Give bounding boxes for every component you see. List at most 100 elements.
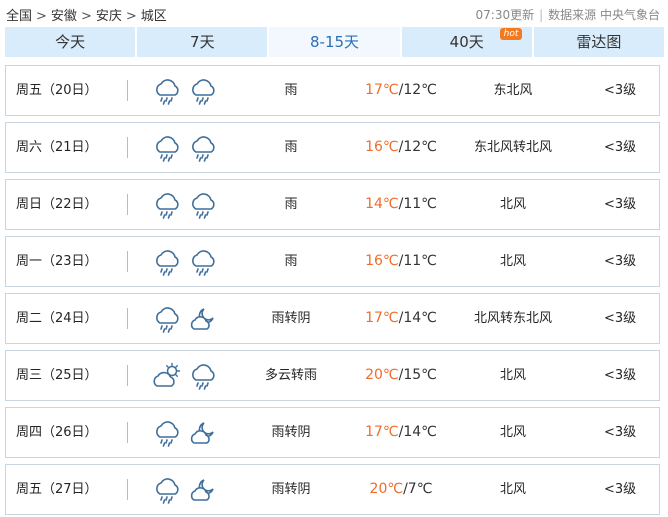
weather-icons bbox=[152, 180, 218, 229]
weather-icons bbox=[152, 351, 218, 400]
condition-text: 雨转阴 bbox=[271, 425, 311, 440]
forecast-list: 周五（20日） 雨 17℃/12℃ 东北风 <3级 周六（21日） 雨 16℃/… bbox=[5, 65, 660, 517]
tab-today[interactable]: 今天 bbox=[5, 27, 138, 57]
cloudy-night-icon bbox=[188, 419, 218, 447]
rain-icon bbox=[188, 134, 218, 162]
temperature: 17℃/14℃ bbox=[351, 408, 451, 457]
temperature: 17℃/14℃ bbox=[351, 294, 451, 343]
high-temp: 17℃ bbox=[365, 310, 399, 326]
rain-icon bbox=[152, 305, 182, 333]
day-label: 周六（21日） bbox=[16, 140, 98, 155]
day-label: 周四（26日） bbox=[16, 425, 98, 440]
hot-badge: hot bbox=[499, 28, 523, 40]
breadcrumb-separator: > bbox=[125, 9, 137, 24]
weather-icons bbox=[152, 465, 218, 514]
wind-level: <3级 bbox=[604, 425, 637, 440]
rain-icon bbox=[188, 77, 218, 105]
high-temp: 14℃ bbox=[365, 196, 399, 212]
forecast-tabs: 今天 7天 8-15天 40天 hot 雷达图 bbox=[5, 27, 665, 57]
day-label: 周二（24日） bbox=[16, 311, 98, 326]
cloudy-night-icon bbox=[188, 476, 218, 504]
wind-level: <3级 bbox=[604, 83, 637, 98]
update-time: 07:30更新 bbox=[475, 8, 535, 22]
high-temp: 17℃ bbox=[365, 424, 399, 440]
data-source: 数据来源 中央气象台 bbox=[548, 8, 660, 22]
temperature: 16℃/12℃ bbox=[351, 123, 451, 172]
divider bbox=[127, 365, 128, 386]
forecast-row: 周六（21日） 雨 16℃/12℃ 东北风转北风 <3级 bbox=[5, 122, 660, 173]
rain-icon bbox=[188, 362, 218, 390]
breadcrumb: 全国 > 安徽 > 安庆 > 城区 bbox=[6, 5, 167, 24]
day-label: 周三（25日） bbox=[16, 368, 98, 383]
weather-icons bbox=[152, 408, 218, 457]
forecast-row: 周四（26日） 雨转阴 17℃/14℃ 北风 <3级 bbox=[5, 407, 660, 458]
wind-direction: 北风 bbox=[499, 482, 526, 497]
condition-text: 雨 bbox=[284, 254, 298, 269]
wind-level: <3级 bbox=[604, 197, 637, 212]
forecast-row: 周二（24日） 雨转阴 17℃/14℃ 北风转东北风 <3级 bbox=[5, 293, 660, 344]
divider bbox=[127, 308, 128, 329]
condition-text: 多云转雨 bbox=[264, 368, 317, 383]
wind-level: <3级 bbox=[604, 482, 637, 497]
temperature: 20℃/15℃ bbox=[351, 351, 451, 400]
wind-level: <3级 bbox=[604, 254, 637, 269]
rain-icon bbox=[188, 191, 218, 219]
divider bbox=[127, 194, 128, 215]
day-label: 周五（27日） bbox=[16, 482, 98, 497]
rain-icon bbox=[152, 248, 182, 276]
low-temp: /7℃ bbox=[403, 481, 433, 497]
divider: | bbox=[539, 8, 544, 22]
condition-text: 雨 bbox=[284, 83, 298, 98]
weather-icons bbox=[152, 123, 218, 172]
rain-icon bbox=[152, 476, 182, 504]
breadcrumb-country[interactable]: 全国 bbox=[6, 9, 32, 24]
forecast-row: 周三（25日） 多云转雨 20℃/15℃ 北风 <3级 bbox=[5, 350, 660, 401]
update-info: 07:30更新 | 数据来源 中央气象台 bbox=[476, 6, 660, 23]
high-temp: 17℃ bbox=[365, 82, 399, 98]
day-label: 周一（23日） bbox=[16, 254, 98, 269]
divider bbox=[127, 251, 128, 272]
low-temp: /14℃ bbox=[398, 310, 437, 326]
day-label: 周日（22日） bbox=[16, 197, 98, 212]
wind-direction: 北风 bbox=[499, 368, 526, 383]
wind-direction: 北风 bbox=[499, 197, 526, 212]
forecast-row: 周一（23日） 雨 16℃/11℃ 北风 <3级 bbox=[5, 236, 660, 287]
high-temp: 20℃ bbox=[365, 367, 399, 383]
rain-icon bbox=[152, 77, 182, 105]
condition-text: 雨 bbox=[284, 140, 298, 155]
temperature: 16℃/11℃ bbox=[351, 237, 451, 286]
breadcrumb-separator: > bbox=[80, 9, 92, 24]
tab-7-days[interactable]: 7天 bbox=[137, 27, 270, 57]
low-temp: /15℃ bbox=[398, 367, 437, 383]
forecast-row: 周五（20日） 雨 17℃/12℃ 东北风 <3级 bbox=[5, 65, 660, 116]
wind-direction: 东北风 bbox=[493, 83, 533, 98]
condition-text: 雨 bbox=[284, 197, 298, 212]
weather-icons bbox=[152, 294, 218, 343]
wind-direction: 北风转东北风 bbox=[473, 311, 552, 326]
condition-text: 雨转阴 bbox=[271, 482, 311, 497]
rain-icon bbox=[152, 191, 182, 219]
temperature: 14℃/11℃ bbox=[351, 180, 451, 229]
wind-direction: 东北风转北风 bbox=[473, 140, 552, 155]
day-label: 周五（20日） bbox=[16, 83, 98, 98]
wind-direction: 北风 bbox=[499, 254, 526, 269]
breadcrumb-city[interactable]: 安庆 bbox=[96, 9, 122, 24]
rain-icon bbox=[152, 134, 182, 162]
high-temp: 16℃ bbox=[365, 253, 399, 269]
breadcrumb-province[interactable]: 安徽 bbox=[51, 9, 77, 24]
top-bar: 全国 > 安徽 > 安庆 > 城区 07:30更新 | 数据来源 中央气象台 bbox=[0, 0, 668, 26]
partly-cloudy-icon bbox=[152, 362, 182, 390]
low-temp: /14℃ bbox=[398, 424, 437, 440]
low-temp: /12℃ bbox=[398, 139, 437, 155]
wind-level: <3级 bbox=[604, 140, 637, 155]
high-temp: 20℃ bbox=[369, 481, 404, 497]
divider bbox=[127, 137, 128, 158]
rain-icon bbox=[188, 248, 218, 276]
tab-40-days[interactable]: 40天 hot bbox=[401, 27, 534, 57]
cloudy-night-icon bbox=[188, 305, 218, 333]
temperature: 17℃/12℃ bbox=[351, 66, 451, 115]
tab-8-15-days[interactable]: 8-15天 bbox=[269, 27, 402, 57]
forecast-row: 周五（27日） 雨转阴 20℃/7℃ 北风 <3级 bbox=[5, 464, 660, 515]
wind-direction: 北风 bbox=[499, 425, 526, 440]
tab-radar[interactable]: 雷达图 bbox=[533, 27, 665, 57]
